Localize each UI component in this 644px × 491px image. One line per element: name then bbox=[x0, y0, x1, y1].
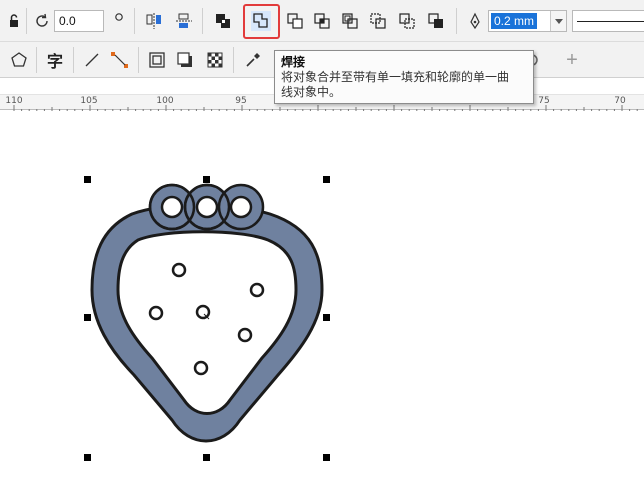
eyedropper-icon[interactable] bbox=[241, 48, 265, 72]
boundary-icon[interactable] bbox=[424, 9, 448, 33]
degree-icon bbox=[107, 6, 131, 30]
trim-icon[interactable] bbox=[283, 9, 307, 33]
polygon-icon[interactable] bbox=[7, 48, 31, 72]
add-icon[interactable]: + bbox=[560, 48, 584, 72]
mirror-vertical-icon[interactable] bbox=[172, 9, 196, 33]
ruler-label: 75 bbox=[538, 96, 550, 106]
drawing-canvas[interactable] bbox=[0, 111, 644, 491]
frame-icon[interactable] bbox=[145, 48, 169, 72]
outline-width-select[interactable]: 0.2 mm bbox=[488, 10, 567, 32]
rotation-angle-input[interactable]: 0.0 bbox=[54, 10, 104, 32]
separator bbox=[138, 47, 139, 73]
ruler-label: 105 bbox=[80, 96, 98, 106]
outline-width-value[interactable]: 0.2 mm bbox=[491, 13, 538, 29]
ruler-label: 100 bbox=[156, 96, 174, 106]
separator bbox=[26, 8, 27, 34]
rotate-icon bbox=[30, 9, 54, 33]
text-tool-icon[interactable]: 字 bbox=[43, 48, 67, 72]
ruler-label: 70 bbox=[614, 96, 626, 106]
separator bbox=[73, 47, 74, 73]
pen-nib-icon bbox=[463, 9, 487, 33]
weld-tooltip: 焊接 将对象合并至带有单一填充和轮廓的单一曲 线对象中。 bbox=[274, 50, 534, 104]
tooltip-line-1: 将对象合并至带有单一填充和轮廓的单一曲 bbox=[281, 70, 510, 84]
combine-icon[interactable] bbox=[211, 9, 235, 33]
tooltip-title: 焊接 bbox=[281, 55, 306, 69]
simplify-icon[interactable] bbox=[338, 9, 362, 33]
transparency-icon[interactable] bbox=[203, 48, 227, 72]
ruler-label: 95 bbox=[235, 96, 247, 106]
separator bbox=[36, 47, 37, 73]
chevron-down-icon[interactable] bbox=[550, 11, 566, 31]
line-style-preview[interactable] bbox=[572, 10, 644, 32]
property-bar: 0.0 0.2 mm bbox=[0, 0, 644, 42]
line-tool-icon[interactable] bbox=[80, 48, 104, 72]
separator bbox=[456, 8, 457, 34]
strawberry-drawing[interactable] bbox=[0, 111, 644, 491]
top-rings bbox=[148, 183, 265, 231]
separator bbox=[233, 47, 234, 73]
mirror-horizontal-icon[interactable] bbox=[142, 9, 166, 33]
intersect-icon[interactable] bbox=[310, 9, 334, 33]
tooltip-line-2: 线对象中。 bbox=[281, 85, 342, 99]
lock-ratio-icon[interactable] bbox=[2, 9, 26, 33]
separator bbox=[134, 8, 135, 34]
ruler-label: 110 bbox=[5, 96, 23, 106]
front-minus-back-icon[interactable] bbox=[366, 9, 390, 33]
drop-shadow-icon[interactable] bbox=[173, 48, 197, 72]
connector-icon[interactable] bbox=[108, 48, 132, 72]
back-minus-front-icon[interactable] bbox=[395, 9, 419, 33]
separator bbox=[202, 8, 203, 34]
weld-icon[interactable] bbox=[249, 9, 273, 33]
